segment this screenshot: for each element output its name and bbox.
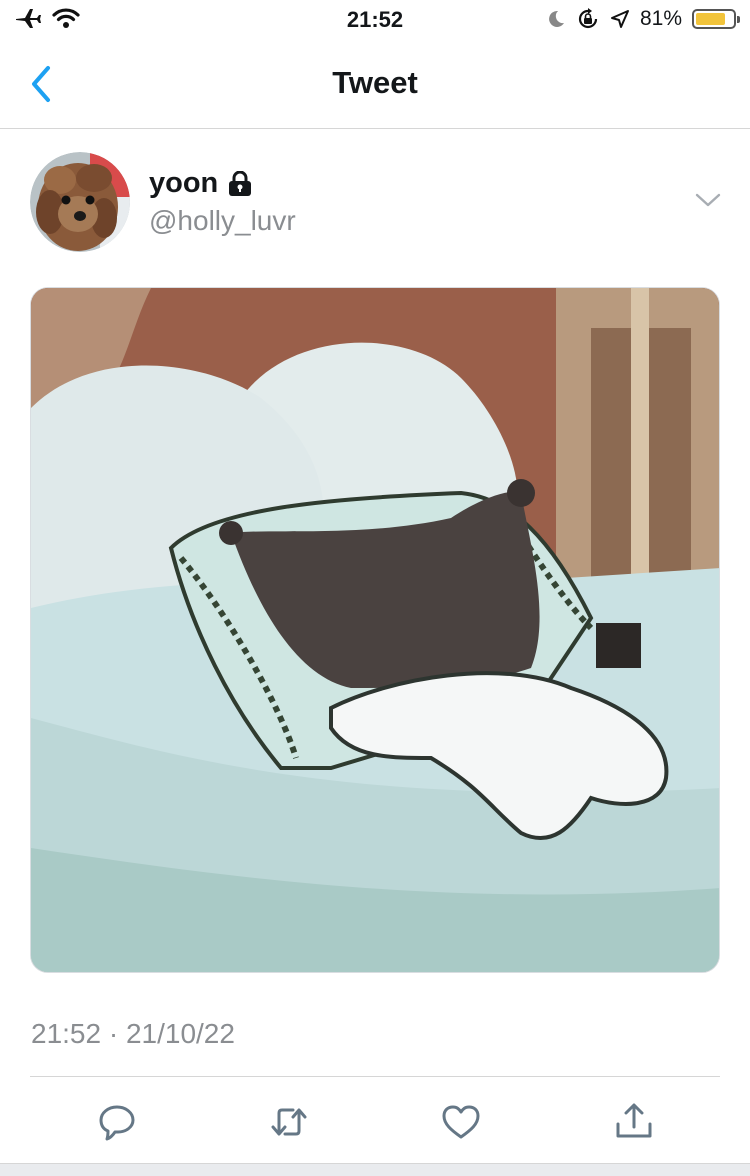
share-icon [616,1103,652,1138]
nav-bar: Tweet [0,40,750,129]
share-button[interactable] [612,1100,656,1144]
tweet-media-image[interactable] [30,287,720,973]
divider [30,1076,720,1077]
moon-icon [549,10,564,27]
reply-icon [99,1105,135,1141]
orientation-lock-icon [578,8,598,29]
avatar[interactable] [30,152,130,252]
more-options-button[interactable] [694,190,722,210]
page-title: Tweet [332,65,418,100]
like-icon [442,1105,480,1139]
status-right: 81% [546,7,740,31]
tweet-timestamp[interactable]: 21:52 · 21/10/22 [31,1018,235,1050]
chevron-down-icon [695,193,721,207]
tweet-actions [0,1100,750,1144]
author-handle[interactable]: @holly_luvr [149,205,296,237]
author-name-row[interactable]: yoon [149,167,252,200]
reply-button[interactable] [95,1100,139,1144]
battery-percent: 81% [639,7,682,30]
author-name[interactable]: yoon [149,167,218,200]
cartoon-image [31,288,719,972]
retweet-button[interactable] [267,1100,311,1144]
like-button[interactable] [439,1100,483,1144]
status-bar: 21:52 81% [0,0,750,40]
tweet-header: yoon @holly_luvr [30,150,730,260]
battery-level-fill [696,13,725,25]
lock-icon [229,170,252,196]
battery-icon [692,9,740,29]
retweet-icon [271,1108,307,1136]
bottom-strip [0,1163,750,1176]
location-arrow-icon [610,10,629,28]
battery-tip [737,16,740,23]
